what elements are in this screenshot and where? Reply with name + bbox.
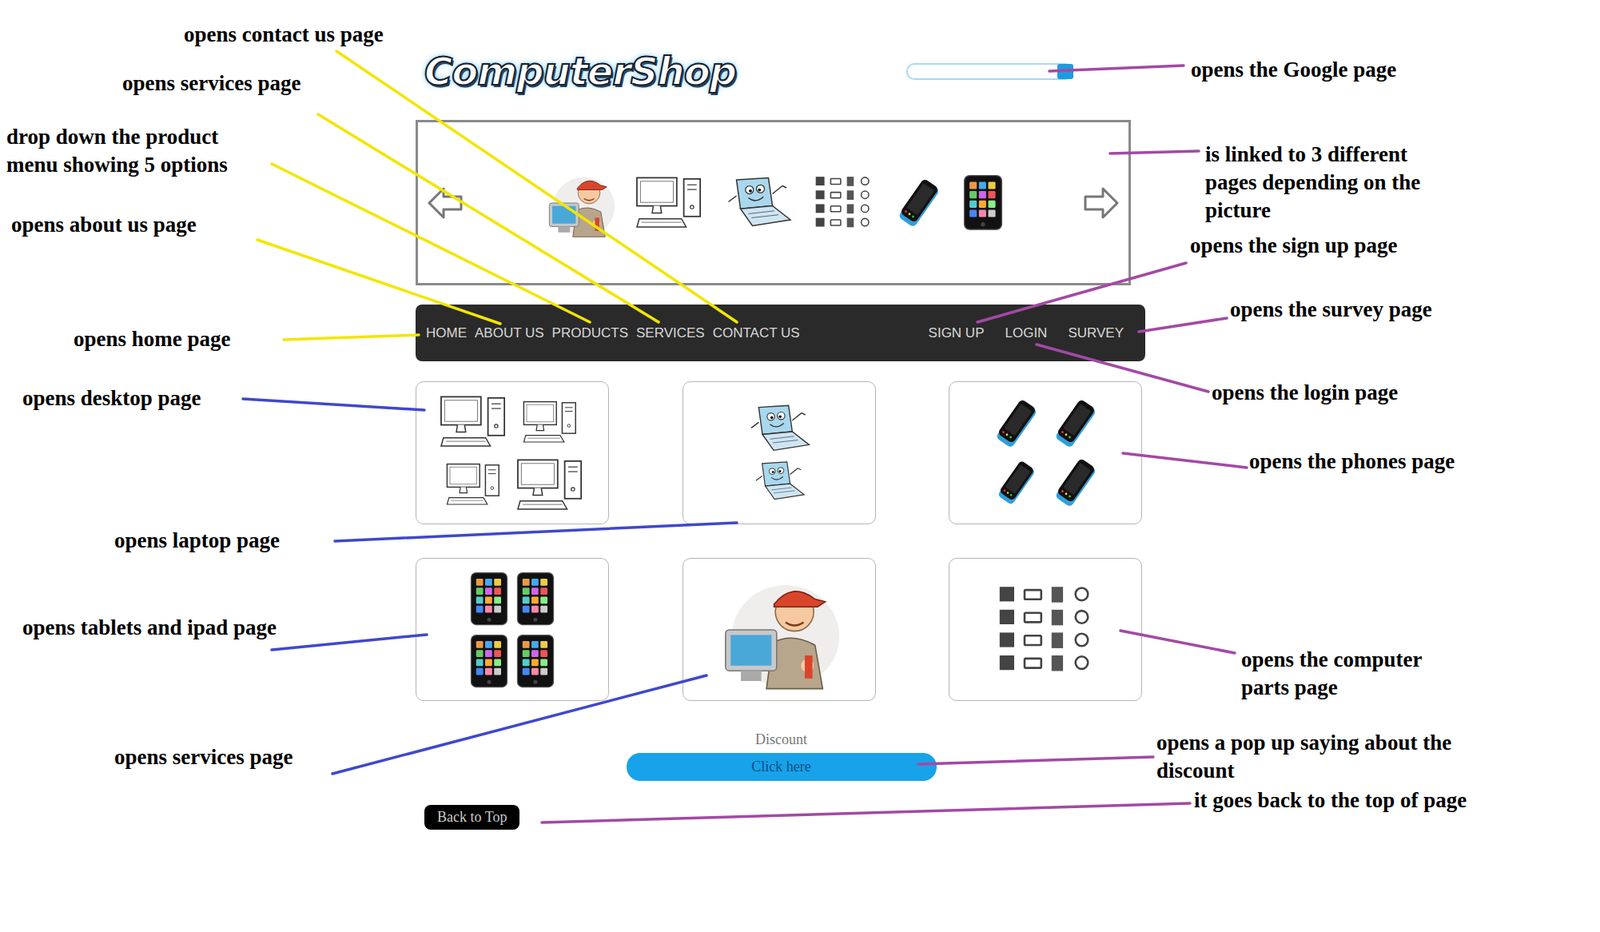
- annotation-label: it goes back to the top of page: [1194, 786, 1467, 815]
- annotation-line: [1138, 318, 1227, 332]
- phone-icon: [989, 397, 1043, 450]
- laptop-card[interactable]: [682, 381, 876, 525]
- laptop-icon: [751, 460, 808, 503]
- annotation-label: is linked to 3 differentpages depending …: [1205, 140, 1421, 225]
- nav-right: SIGN UP LOGIN SURVEY: [928, 325, 1135, 342]
- tablet-icon: [515, 570, 556, 627]
- technician-icon: [715, 565, 844, 694]
- tablet-icon: [469, 570, 510, 627]
- annotation-line: [257, 239, 501, 324]
- arrow-right-icon[interactable]: [1082, 184, 1121, 222]
- annotation-label: opens home page: [73, 325, 231, 354]
- laptop-icon: [745, 403, 813, 454]
- annotation-line: [1110, 151, 1199, 154]
- back-to-top-button[interactable]: Back to Top: [424, 804, 520, 830]
- discount-button[interactable]: Click here: [626, 752, 937, 781]
- annotation-label: opens contact us page: [183, 20, 384, 49]
- annotation-line: [336, 51, 737, 323]
- phone-icon: [1048, 456, 1102, 510]
- website-mockup: ComputerShop HOME ABOUT US PRODUCTS SERVICES…: [415, 38, 1147, 830]
- arrow-left-icon[interactable]: [425, 184, 465, 222]
- annotation-label: opens desktop page: [22, 384, 202, 413]
- carousel-slides: [543, 166, 1004, 240]
- annotation-label: drop down the productmenu showing 5 opti…: [6, 123, 228, 180]
- annotation-label: opens the sign up page: [1190, 231, 1398, 260]
- search-field[interactable]: [906, 63, 1074, 80]
- phones-card[interactable]: [948, 381, 1143, 525]
- nav-item[interactable]: SURVEY: [1067, 325, 1124, 342]
- annotation-label: opens tablets and ipad page: [22, 613, 277, 642]
- annotation-line: [334, 522, 737, 542]
- annotation-line: [1120, 630, 1235, 653]
- computer-parts-card[interactable]: [948, 557, 1143, 701]
- search-bar[interactable]: [906, 63, 1074, 80]
- tablet-icon: [962, 173, 1004, 232]
- annotation-label: opens the computerparts page: [1241, 645, 1422, 702]
- annotation-label: opens the phones page: [1249, 447, 1455, 476]
- phone-icon: [891, 176, 945, 230]
- phone-icon: [1048, 397, 1102, 450]
- nav-item[interactable]: CONTACT US: [712, 325, 800, 342]
- search-button[interactable]: [1057, 63, 1074, 80]
- annotation-line: [242, 398, 425, 410]
- annotation-label: opens services page: [122, 69, 301, 98]
- annotation-line: [271, 163, 590, 323]
- annotation-line: [332, 675, 707, 774]
- services-card[interactable]: [682, 557, 876, 701]
- header: ComputerShop: [415, 38, 1147, 104]
- tablets-card[interactable]: [415, 557, 609, 701]
- nav-item[interactable]: SERVICES: [636, 325, 705, 342]
- nav-left: HOME ABOUT US PRODUCTS SERVICES CONTACT US: [425, 325, 800, 342]
- desktop-icon: [445, 461, 503, 508]
- nav-bar: HOME ABOUT US PRODUCTS SERVICES CONTACT US SI…: [415, 304, 1146, 362]
- tablet-icon: [515, 632, 556, 689]
- discount-section: Discount Click here: [415, 731, 1147, 781]
- logo[interactable]: ComputerShop: [417, 45, 743, 97]
- annotation-line: [1122, 453, 1247, 468]
- annotation-line: [1036, 344, 1209, 392]
- desktop-icon: [634, 174, 705, 231]
- annotation-line: [977, 262, 1187, 323]
- annotation-label: opens the survey page: [1229, 295, 1433, 324]
- annotated-wireframe: ComputerShop HOME ABOUT US PRODUCTS SERVICES…: [0, 0, 1600, 932]
- annotation-label: opens services page: [114, 743, 293, 772]
- desktop-icon: [515, 456, 586, 513]
- annotation-label: opens about us page: [11, 210, 197, 239]
- annotation-line: [318, 114, 659, 323]
- nav-item[interactable]: PRODUCTS: [552, 325, 629, 342]
- nav-item[interactable]: LOGIN: [1004, 325, 1047, 342]
- technician-icon: [543, 166, 617, 240]
- annotation-label: opens the Google page: [1190, 55, 1397, 84]
- phone-icon: [991, 458, 1040, 507]
- annotation-line: [541, 803, 1191, 823]
- annotation-line: [283, 334, 419, 340]
- image-carousel[interactable]: [415, 119, 1131, 286]
- nav-item[interactable]: SIGN UP: [928, 325, 985, 342]
- computer-parts-icon: [811, 174, 875, 231]
- laptop-icon: [722, 175, 795, 231]
- annotation-label: opens a pop up saying about thediscount: [1156, 728, 1452, 785]
- computer-parts-icon: [993, 582, 1098, 677]
- nav-item[interactable]: HOME: [425, 325, 467, 342]
- product-grid: [415, 381, 1143, 701]
- annotation-line: [271, 634, 427, 650]
- annotation-line: [918, 756, 1154, 765]
- nav-item[interactable]: ABOUT US: [474, 325, 545, 342]
- annotation-line: [1049, 65, 1184, 72]
- annotation-label: opens the login page: [1211, 378, 1398, 407]
- desktop-icon: [438, 393, 510, 450]
- desktop-icon: [521, 398, 580, 446]
- discount-label: Discount: [755, 731, 808, 749]
- tablet-icon: [469, 632, 510, 689]
- annotation-label: opens laptop page: [114, 526, 280, 555]
- desktop-card[interactable]: [415, 381, 609, 525]
